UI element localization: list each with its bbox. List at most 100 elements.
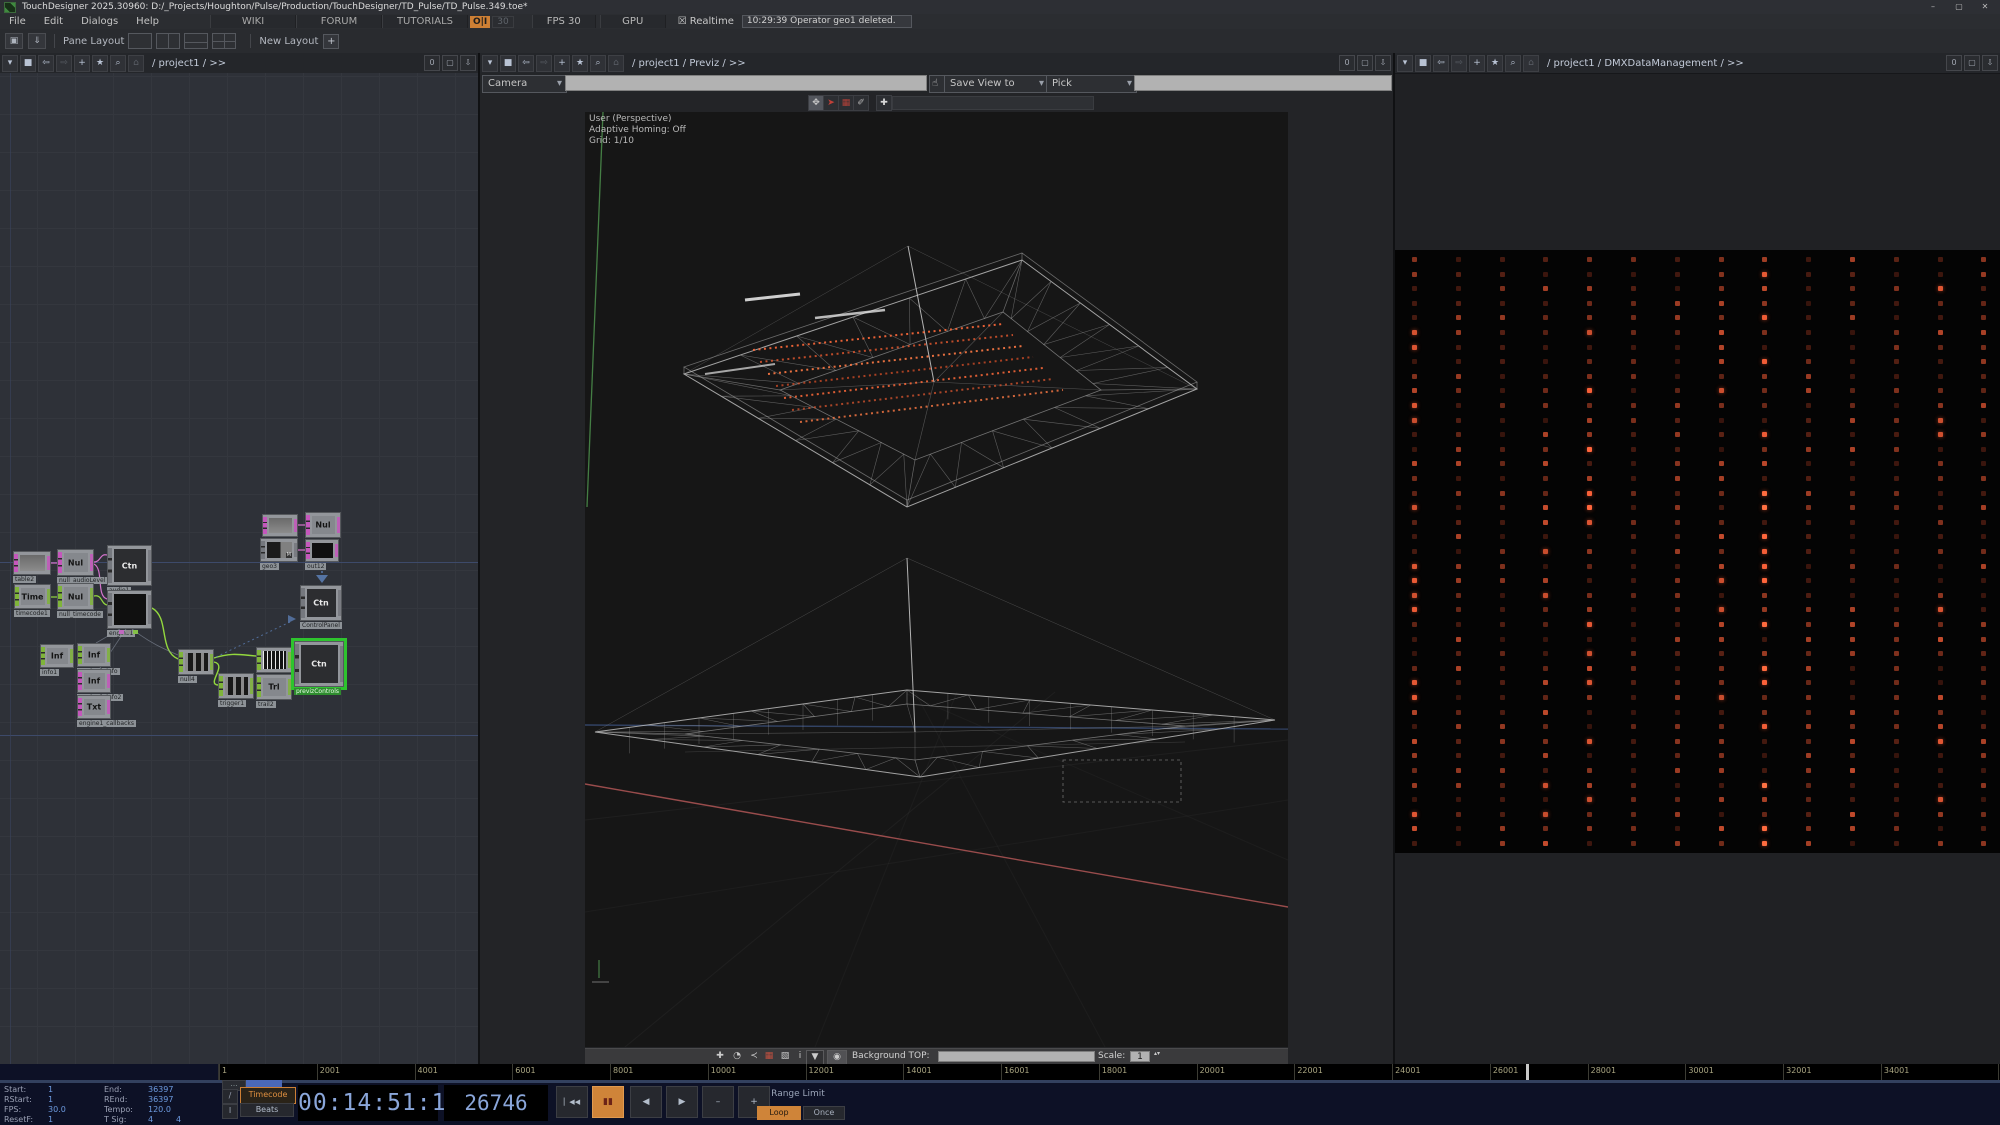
camera-extra-field[interactable] [1134, 75, 1392, 91]
loop-button[interactable]: Loop [757, 1106, 801, 1120]
add-operator-icon[interactable]: + [74, 55, 90, 72]
bookmark-star-icon[interactable]: ★ [572, 55, 588, 72]
floating-window-icon[interactable]: ▢ [442, 55, 458, 71]
step-back-button[interactable]: ◀ [630, 1086, 662, 1118]
field-value[interactable]: 36397 [148, 1085, 173, 1094]
info-icon[interactable]: i [793, 1050, 807, 1063]
display-options-dropdown[interactable]: ▼ [806, 1050, 824, 1064]
node-engine1_info[interactable]: Inf [77, 643, 111, 667]
camera-path-field[interactable] [565, 75, 927, 91]
minimize-button[interactable]: – [1920, 0, 1946, 14]
pause-button[interactable]: ▮▮ [592, 1086, 624, 1118]
snapshot-camera-button[interactable]: ◉ [827, 1050, 847, 1064]
integer-mode-button[interactable]: I [222, 1104, 238, 1119]
pane-menu-dropdown[interactable]: ▾ [1397, 55, 1413, 72]
pick-dropdown[interactable]: Pick▾ [1046, 75, 1137, 93]
save-view-dropdown[interactable]: Save View to▾ [944, 75, 1049, 93]
node-geo3[interactable]: M [260, 538, 298, 562]
realtime-checkbox[interactable]: ☒ [678, 16, 687, 27]
add-operator-icon[interactable]: + [1469, 55, 1485, 72]
field-value[interactable]: 120.0 [148, 1105, 171, 1114]
dock-icon[interactable]: ⇩ [460, 55, 476, 71]
field-value[interactable]: 30.0 [48, 1105, 66, 1114]
field-value[interactable]: 4 [176, 1115, 181, 1124]
search-icon[interactable]: ⌕ [1505, 55, 1521, 72]
keyboard-icon[interactable]: ▦ [838, 95, 854, 111]
floating-window-icon[interactable]: ▢ [1357, 55, 1373, 71]
rewind-button[interactable]: ▏◀◀ [556, 1086, 588, 1118]
field-value[interactable]: 1 [48, 1095, 53, 1104]
node-out13[interactable]: Nul [305, 512, 341, 538]
node-null_timecode[interactable]: Nul [57, 583, 94, 610]
geometry-icon[interactable]: ▧ [778, 1050, 792, 1063]
field-value[interactable]: 36397 [148, 1095, 173, 1104]
once-button[interactable]: Once [803, 1106, 845, 1120]
stop-icon[interactable]: ■ [20, 55, 36, 72]
pane-menu-dropdown[interactable]: ▾ [482, 55, 498, 72]
dmx-output-panel[interactable] [1395, 250, 2000, 853]
add-icon[interactable]: ✚ [713, 1050, 727, 1063]
node-out12[interactable] [305, 539, 339, 562]
node-timecode1[interactable]: Time [14, 584, 51, 609]
oi-toggle-button[interactable]: O|I [470, 16, 490, 28]
beats-mode-button[interactable]: Beats [240, 1103, 294, 1117]
node-table2[interactable] [13, 551, 51, 575]
fps-button[interactable]: FPS 30 [532, 15, 596, 28]
scale-stepper[interactable]: ▴▾ [1152, 1051, 1162, 1064]
maximize-pane-icon[interactable]: ▣ [5, 33, 23, 49]
forward-icon[interactable]: ⇨ [1451, 55, 1467, 72]
timeline-ruler[interactable]: 1200140016001800110001120011400116001180… [0, 1064, 2000, 1080]
node-trigger1[interactable] [218, 673, 254, 699]
camera-icon[interactable]: ◔ [730, 1050, 744, 1063]
node-null4[interactable] [178, 649, 214, 675]
add-operator-icon[interactable]: + [554, 55, 570, 72]
node-trail1[interactable] [256, 647, 292, 673]
layout-preset-two-rows[interactable] [184, 33, 208, 49]
select-cursor-icon[interactable]: ➤ [823, 95, 839, 111]
pan-hand-icon[interactable]: ✥ [808, 95, 824, 111]
menu-edit[interactable]: Edit [35, 16, 72, 27]
search-icon[interactable]: ⌕ [110, 55, 126, 72]
node-glsl2d4[interactable] [262, 514, 298, 537]
node-engine1[interactable] [107, 590, 152, 629]
menu-dialogs[interactable]: Dialogs [72, 16, 127, 27]
back-icon[interactable]: ⇦ [518, 55, 534, 72]
dock-icon[interactable]: ⇩ [1982, 55, 1998, 71]
background-top-input[interactable] [938, 1051, 1095, 1062]
layout-preset-single[interactable] [128, 33, 152, 49]
viewport-path-field[interactable] [892, 96, 1094, 110]
close-button[interactable]: ✕ [1972, 0, 1998, 14]
new-layout-add-button[interactable]: + [323, 34, 339, 49]
node-engine1_info2[interactable]: Inf [77, 669, 111, 693]
layout-preset-grid[interactable] [212, 33, 236, 49]
wire-link-icon[interactable]: ≺ [747, 1050, 761, 1063]
maximize-button[interactable]: ▢ [1946, 0, 1972, 14]
menu-help[interactable]: Help [127, 16, 168, 27]
frame-minus-button[interactable]: – [702, 1086, 734, 1118]
bookmark-star-icon[interactable]: ★ [1487, 55, 1503, 72]
menu-file[interactable]: File [0, 16, 35, 27]
home-icon[interactable]: ⌂ [1523, 55, 1539, 72]
probe-icon[interactable]: ✐ [853, 95, 869, 111]
frame-mode-button[interactable]: / [222, 1089, 238, 1104]
timecode-mode-button[interactable]: Timecode [240, 1087, 296, 1104]
step-forward-button[interactable]: ▶ [666, 1086, 698, 1118]
stop-icon[interactable]: ■ [500, 55, 516, 72]
back-icon[interactable]: ⇦ [1433, 55, 1449, 72]
menubar-button-wiki[interactable]: WIKI [210, 15, 296, 28]
node-audio1[interactable]: Ctn [107, 545, 152, 586]
add-view-icon[interactable]: ✚ [876, 95, 892, 111]
node-previzControls[interactable]: Ctn [294, 641, 344, 687]
3d-viewport[interactable]: User (Perspective)Adaptive Homing: OffGr… [585, 112, 1288, 1047]
home-icon[interactable]: ⌂ [608, 55, 624, 72]
forward-icon[interactable]: ⇨ [536, 55, 552, 72]
search-icon[interactable]: ⌕ [590, 55, 606, 72]
keyboard-icon[interactable]: ▦ [762, 1050, 776, 1063]
dock-icon[interactable]: ⇩ [1375, 55, 1391, 71]
floating-window-icon[interactable]: ▢ [1964, 55, 1980, 71]
field-value[interactable]: 1 [48, 1085, 53, 1094]
back-icon[interactable]: ⇦ [38, 55, 54, 72]
home-icon[interactable]: ⌂ [128, 55, 144, 72]
dock-pane-icon[interactable]: ⇓ [28, 33, 46, 49]
field-value[interactable]: 1 [48, 1115, 53, 1124]
